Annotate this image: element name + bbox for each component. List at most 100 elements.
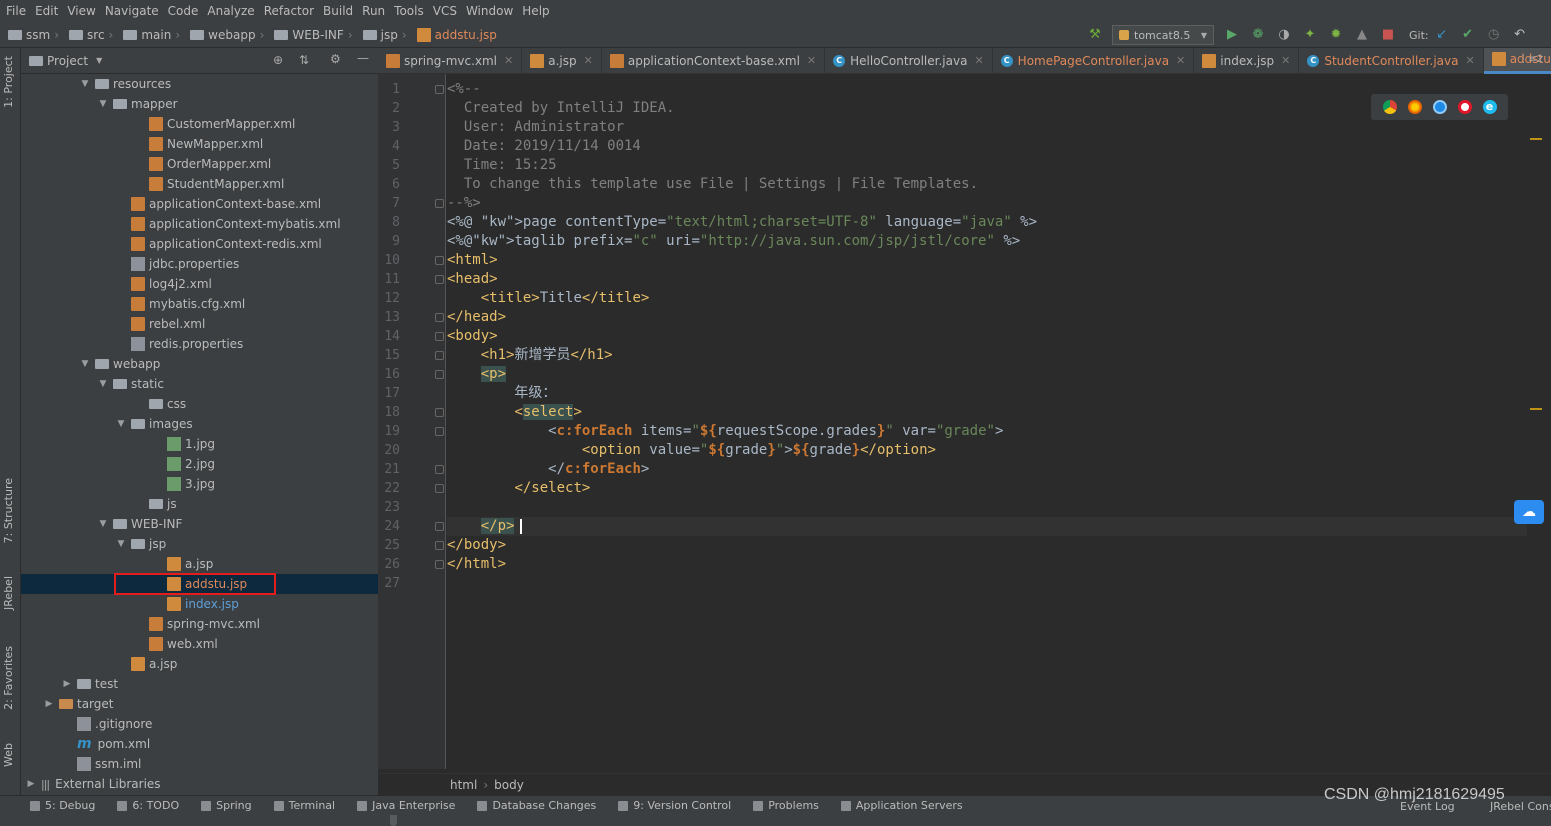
tree-item[interactable]: addstu.jsp [21,573,378,595]
fold-marker-icon[interactable] [435,427,444,436]
debug-icon[interactable]: ❁ [1250,27,1266,43]
tree-item[interactable]: applicationContext-mybatis.xml [21,214,371,234]
tree-item[interactable]: js [21,494,371,514]
tree-item[interactable]: applicationContext-base.xml [21,194,371,214]
chevron-down-icon[interactable]: ▼ [96,56,102,65]
stop-icon[interactable]: ■ [1380,27,1396,43]
tool-window-terminal[interactable]: Terminal [273,799,335,812]
history-icon[interactable]: ◷ [1486,27,1502,43]
fold-marker-icon[interactable] [435,522,444,531]
fold-marker-icon[interactable] [435,541,444,550]
menu-item-build[interactable]: Build [321,4,360,18]
tool-window-6-todo[interactable]: 6: TODO [117,799,179,812]
fold-marker-icon[interactable] [435,256,444,265]
collapse-all-icon[interactable]: ⇅ [299,53,309,67]
tree-item[interactable]: ▼ resources [21,74,371,94]
tree-item[interactable]: log4j2.xml [21,274,371,294]
expand-arrow-icon[interactable]: ▼ [97,379,109,389]
menu-item-vcs[interactable]: VCS [431,4,464,18]
tree-item[interactable]: redis.properties [21,334,371,354]
fold-marker-icon[interactable] [435,484,444,493]
tool-window-application-servers[interactable]: Application Servers [840,799,963,812]
menu-item-tools[interactable]: Tools [392,4,431,18]
git-update-icon[interactable]: ↙ [1434,27,1450,43]
tree-item[interactable]: 1.jpg [21,434,371,454]
tree-item[interactable]: index.jsp [21,594,371,614]
expand-arrow-icon[interactable]: ▼ [115,539,127,549]
tree-item[interactable]: ssm.iml [21,754,371,774]
menu-item-analyze[interactable]: Analyze [205,4,261,18]
tree-item[interactable]: ▶ ||| External Libraries [21,774,371,794]
tree-item[interactable]: m pom.xml [21,734,371,754]
safari-icon[interactable] [1432,100,1447,114]
breadcrumb-item[interactable]: webapp › [182,28,266,42]
tree-item[interactable]: jdbc.properties [21,254,371,274]
git-commit-icon[interactable]: ✔ [1460,27,1476,43]
tree-item[interactable]: ▼ static [21,374,371,394]
tree-item[interactable]: ▼ images [21,414,371,434]
build-hammer-icon[interactable]: ⚒ [1087,27,1103,43]
chrome-icon[interactable] [1382,100,1397,114]
tree-item[interactable]: ▶ test [21,674,371,694]
tree-item[interactable]: a.jsp [21,654,371,674]
tool-window-spring[interactable]: Spring [201,799,252,812]
tree-item[interactable]: applicationContext-redis.xml [21,234,371,254]
tree-item[interactable]: .gitignore [21,714,371,734]
tool-window-java-enterprise[interactable]: Java Enterprise [357,799,455,812]
jrebel-tool-tab[interactable]: JRebel [2,576,15,610]
tree-item[interactable]: StudentMapper.xml [21,174,371,194]
tree-item[interactable]: ▶ target [21,694,371,714]
menu-item-code[interactable]: Code [166,4,206,18]
structure-tool-tab[interactable]: 7: Structure [2,478,15,543]
hide-icon[interactable]: — [357,51,369,65]
fold-marker-icon[interactable] [435,313,444,322]
menu-item-refactor[interactable]: Refactor [262,4,321,18]
tab-hellocontroller-java[interactable]: C HelloController.java ✕ [825,47,993,74]
locate-icon[interactable]: ⊕ [273,53,283,67]
cloud-sync-icon[interactable]: ☁ [1514,500,1544,524]
breadcrumb-item[interactable]: main › [115,28,182,42]
tab-a-jsp[interactable]: a.jsp ✕ [522,47,602,74]
collapse-arrow-icon[interactable]: ▶ [61,679,73,689]
menu-item-run[interactable]: Run [360,4,392,18]
favorites-tool-tab[interactable]: 2: Favorites [2,646,15,710]
opera-icon[interactable] [1457,100,1472,114]
close-icon[interactable]: ✕ [1281,54,1290,67]
expand-arrow-icon[interactable]: ▼ [115,419,127,429]
fold-marker-icon[interactable] [435,370,444,379]
menu-item-navigate[interactable]: Navigate [103,4,166,18]
menu-item-edit[interactable]: Edit [33,4,65,18]
menu-item-view[interactable]: View [65,4,102,18]
tree-item[interactable]: a.jsp [21,554,371,574]
menu-item-window[interactable]: Window [464,4,520,18]
tab-overflow-icon[interactable]: ⋮≡2 [1518,54,1543,65]
menu-item-file[interactable]: File [4,4,33,18]
coverage-icon[interactable]: ◑ [1276,27,1292,43]
tree-item[interactable]: 2.jpg [21,454,371,474]
close-icon[interactable]: ✕ [974,54,983,67]
project-tool-tab[interactable]: 1: Project [2,56,15,108]
tree-item[interactable]: OrderMapper.xml [21,154,371,174]
fold-marker-icon[interactable] [435,332,444,341]
tool-window-5-debug[interactable]: 5: Debug [30,799,95,812]
jrebel-run-icon[interactable]: ✦ [1302,27,1318,43]
fold-marker-icon[interactable] [435,275,444,284]
close-icon[interactable]: ✕ [1465,54,1474,67]
close-icon[interactable]: ✕ [504,54,513,67]
tree-item[interactable]: ▼ mapper [21,94,371,114]
breadcrumb-item[interactable]: src › [61,28,115,42]
fold-marker-icon[interactable] [435,85,444,94]
fold-marker-icon[interactable] [435,560,444,569]
tool-window-problems[interactable]: Problems [753,799,819,812]
fold-marker-icon[interactable] [435,465,444,474]
tool-window-database-changes[interactable]: Database Changes [477,799,596,812]
tree-item[interactable]: ▼ webapp [21,354,371,374]
collapse-arrow-icon[interactable]: ▶ [43,699,55,709]
tab-studentcontroller-java[interactable]: C StudentController.java ✕ [1299,47,1484,74]
fold-marker-icon[interactable] [435,408,444,417]
gear-icon[interactable]: ⚙ [330,52,341,66]
tree-item[interactable]: 3.jpg [21,474,371,494]
breadcrumb-item[interactable]: addstu.jsp [409,27,497,42]
tool-window-9-version-control[interactable]: 9: Version Control [618,799,731,812]
tree-item[interactable]: ▼ jsp [21,534,371,554]
